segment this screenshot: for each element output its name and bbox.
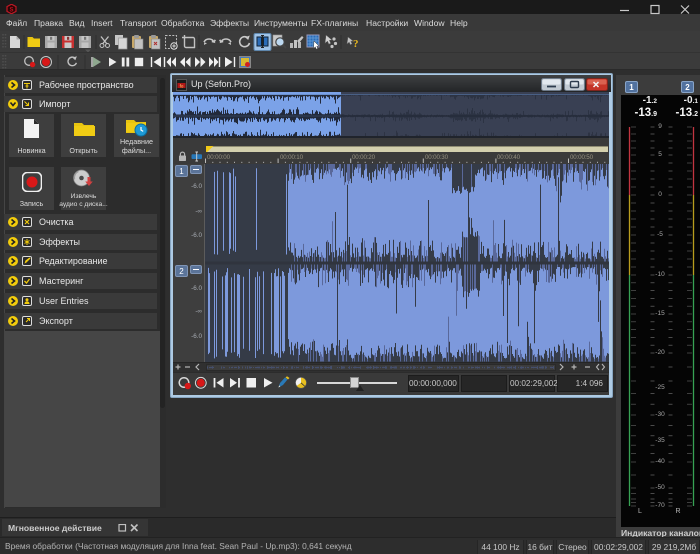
svg-text:S: S [9, 7, 13, 13]
svg-text:fo: fo [180, 83, 184, 88]
svg-text:?: ? [353, 38, 359, 50]
